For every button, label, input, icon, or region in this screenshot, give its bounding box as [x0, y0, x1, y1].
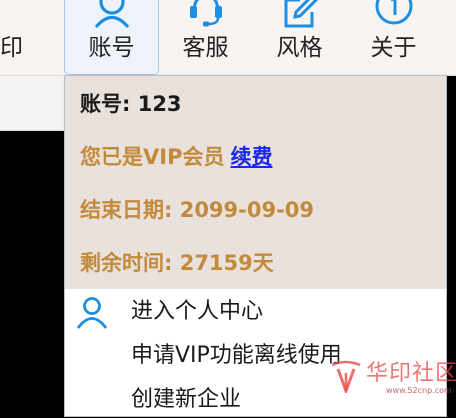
- service-label: 客服: [182, 35, 229, 61]
- print-label: 印: [0, 35, 23, 61]
- watermark: 华印社区 www.52cnp.com: [326, 353, 456, 398]
- print-button[interactable]: 印: [0, 0, 40, 75]
- end-date: 结束日期: 2099-09-09: [80, 198, 315, 222]
- user-icon: [94, 0, 129, 28]
- watermark-text: 华印社区: [366, 361, 456, 386]
- style-label: 风格: [276, 35, 323, 61]
- style-button[interactable]: 风格: [262, 0, 337, 75]
- account-id: 账号: 123: [80, 92, 182, 116]
- about-label: 关于: [370, 35, 417, 61]
- headset-icon: [189, 0, 222, 27]
- left-panel-strip: [0, 76, 64, 130]
- vip-status: 您已是VIP会员: [80, 145, 225, 169]
- account-button[interactable]: 账号: [64, 0, 159, 75]
- watermark-url: www.52cnp.com: [386, 386, 452, 395]
- watermark-logo-icon: [331, 360, 361, 393]
- remaining-time: 剩余时间: 27159天: [80, 251, 274, 275]
- edit-icon: [284, 0, 318, 28]
- about-button[interactable]: 关于: [356, 0, 431, 75]
- info-icon: [375, 0, 412, 25]
- renew-link[interactable]: 续费: [230, 145, 272, 169]
- toolbar: 印 账号 客服 风格 关于: [0, 0, 456, 76]
- menu-item-label: 进入个人中心: [131, 299, 264, 324]
- divider: [0, 130, 64, 131]
- menu-item-personal-center[interactable]: 进入个人中心: [65, 296, 446, 330]
- service-button[interactable]: 客服: [168, 0, 243, 75]
- user-icon: [76, 297, 108, 329]
- account-label: 账号: [88, 35, 135, 61]
- account-info-panel: 账号: 123 您已是VIP会员 续费 结束日期: 2099-09-09 剩余时间…: [65, 76, 446, 289]
- menu-item-label: 创建新企业: [131, 387, 242, 412]
- menu-item-label: 申请VIP功能离线使用: [131, 343, 342, 368]
- vip-status-row: 您已是VIP会员 续费: [80, 143, 272, 171]
